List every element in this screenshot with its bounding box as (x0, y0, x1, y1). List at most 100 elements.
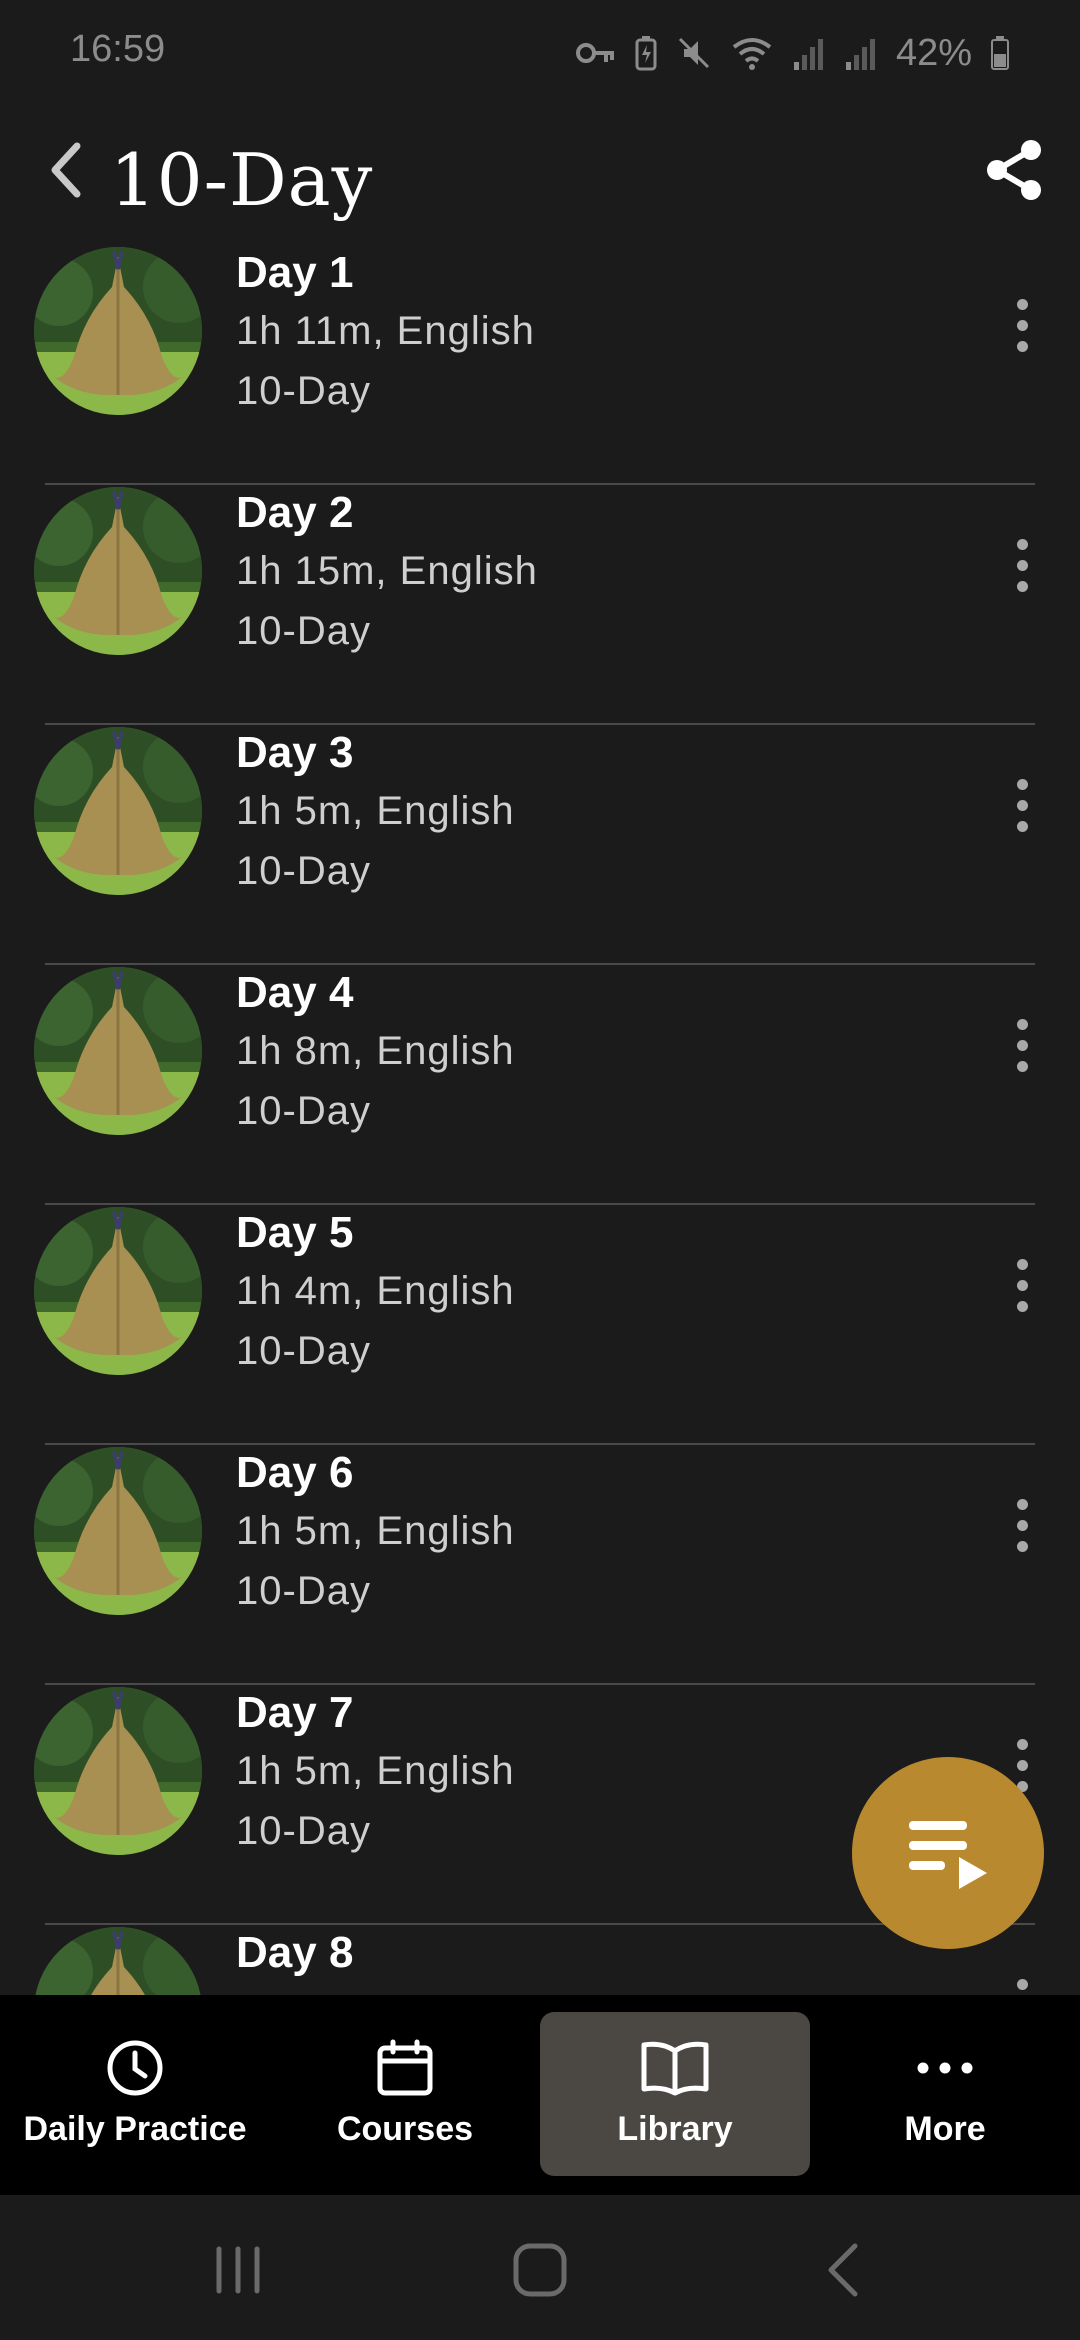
session-name: Day 5 (236, 1208, 354, 1257)
wifi-icon (732, 38, 772, 70)
session-course: 10-Day (236, 1809, 371, 1853)
battery-icon (991, 36, 1009, 70)
status-time: 16:59 (70, 28, 166, 70)
vertical-dots-icon (1016, 298, 1028, 310)
battery-percent: 42% (895, 31, 972, 74)
vertical-dots-icon (1016, 1258, 1028, 1270)
session-row[interactable]: Day 1 1h 11m, English 10-Day (0, 245, 1080, 485)
more-options-button[interactable] (992, 275, 1052, 375)
playlist-play-icon (909, 1821, 987, 1889)
vpn-key-icon (575, 43, 614, 63)
page-title: 10-Day (110, 138, 374, 222)
vertical-dots-icon (1016, 1498, 1028, 1510)
signal-icon-1 (793, 39, 823, 70)
book-icon (640, 2038, 710, 2098)
nav-more[interactable]: More (810, 2012, 1080, 2176)
more-options-button[interactable] (992, 1235, 1052, 1335)
queue-play-button[interactable] (852, 1757, 1044, 1949)
session-name: Day 1 (236, 248, 354, 297)
session-thumbnail (34, 1447, 202, 1615)
session-thumbnail (34, 1687, 202, 1855)
session-meta (236, 1981, 353, 1995)
signal-icon-2 (845, 39, 875, 70)
mute-icon (678, 37, 709, 69)
calendar-icon (376, 2038, 434, 2098)
chevron-left-icon (51, 142, 81, 198)
session-thumbnail (34, 247, 202, 415)
course-artwork-image (34, 1207, 202, 1375)
session-row[interactable]: Day 3 1h 5m, English 10-Day (0, 725, 1080, 965)
session-thumbnail (34, 1927, 202, 1995)
nav-courses[interactable]: Courses (270, 2012, 540, 2176)
vertical-dots-icon (1016, 538, 1028, 550)
course-artwork-image (34, 1687, 202, 1855)
session-meta: 1h 11m, English (236, 309, 535, 353)
session-course: 10-Day (236, 609, 371, 653)
nav-label: More (904, 2110, 986, 2148)
session-thumbnail (34, 487, 202, 655)
session-meta: 1h 5m, English (236, 1749, 515, 1793)
vertical-dots-icon (1016, 1738, 1028, 1750)
system-back-icon (828, 2243, 858, 2297)
home-button[interactable] (500, 2235, 580, 2305)
session-course: 10-Day (236, 1089, 371, 1133)
course-artwork-image (34, 1927, 202, 1995)
nav-label: Courses (336, 2110, 474, 2148)
share-icon (987, 140, 1041, 200)
system-back-button[interactable] (803, 2235, 883, 2305)
more-options-button[interactable] (992, 1955, 1052, 1995)
home-icon (513, 2243, 567, 2297)
status-icons: 42% (575, 28, 1010, 78)
session-thumbnail (34, 727, 202, 895)
session-list: Day 1 1h 11m, English 10-Day Day 2 1h 15… (0, 245, 1080, 1995)
vertical-dots-icon (1016, 778, 1028, 790)
session-row[interactable]: Day 5 1h 4m, English 10-Day (0, 1205, 1080, 1445)
session-name: Day 6 (236, 1448, 354, 1497)
session-meta: 1h 5m, English (236, 1509, 515, 1553)
recent-apps-button[interactable] (198, 2235, 278, 2305)
clock-icon (106, 2038, 164, 2098)
session-row[interactable]: Day 2 1h 15m, English 10-Day (0, 485, 1080, 725)
session-name: Day 7 (236, 1688, 354, 1737)
header: 10-Day (0, 100, 1080, 250)
session-name: Day 3 (236, 728, 354, 777)
recent-apps-icon (216, 2246, 260, 2294)
session-name: Day 8 (236, 1928, 354, 1977)
session-meta: 1h 8m, English (236, 1029, 515, 1073)
session-course: 10-Day (236, 849, 371, 893)
system-nav (0, 2195, 1080, 2340)
session-meta: 1h 4m, English (236, 1269, 515, 1313)
session-name: Day 4 (236, 968, 354, 1017)
session-row[interactable]: Day 6 1h 5m, English 10-Day (0, 1445, 1080, 1685)
session-thumbnail (34, 1207, 202, 1375)
nav-library[interactable]: Library (540, 2012, 810, 2176)
session-name: Day 2 (236, 488, 354, 537)
course-artwork-image (34, 727, 202, 895)
session-course: 10-Day (236, 1569, 371, 1613)
more-options-button[interactable] (992, 995, 1052, 1095)
more-options-button[interactable] (992, 1475, 1052, 1575)
session-thumbnail (34, 967, 202, 1135)
session-row[interactable]: Day 4 1h 8m, English 10-Day (0, 965, 1080, 1205)
share-button[interactable] (970, 120, 1060, 220)
course-artwork-image (34, 967, 202, 1135)
course-artwork-image (34, 1447, 202, 1615)
nav-label: Daily Practice (23, 2110, 247, 2148)
nav-label: Library (617, 2110, 733, 2148)
session-meta: 1h 15m, English (236, 549, 538, 593)
status-bar: 16:59 42% (0, 0, 1080, 100)
course-artwork-image (34, 247, 202, 415)
vertical-dots-icon (1016, 1018, 1028, 1030)
session-meta: 1h 5m, English (236, 789, 515, 833)
back-button[interactable] (30, 120, 100, 220)
more-options-button[interactable] (992, 755, 1052, 855)
vertical-dots-icon (1016, 1978, 1028, 1990)
bottom-nav: Daily Practice Courses Library More (0, 1995, 1080, 2195)
more-options-button[interactable] (992, 515, 1052, 615)
battery-saver-icon (635, 36, 657, 71)
more-dots-icon (915, 2038, 975, 2098)
course-artwork-image (34, 487, 202, 655)
session-course: 10-Day (236, 1329, 371, 1373)
session-course: 10-Day (236, 369, 371, 413)
nav-daily-practice[interactable]: Daily Practice (0, 2012, 270, 2176)
